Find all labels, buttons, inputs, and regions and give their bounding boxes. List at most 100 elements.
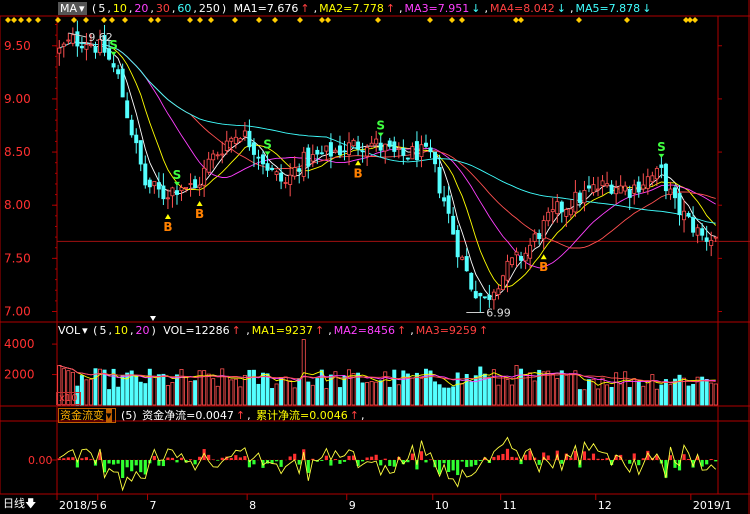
ma-value-3: , MA3=7.951 ↓ bbox=[399, 2, 481, 15]
flow-bar bbox=[388, 460, 392, 466]
candle-body bbox=[328, 142, 333, 157]
indicator-selector[interactable]: MA ▾ bbox=[58, 2, 87, 15]
volume-bar bbox=[442, 387, 447, 406]
volume-bar bbox=[270, 388, 275, 406]
flow-bar bbox=[243, 456, 247, 460]
volume-bar bbox=[283, 376, 288, 406]
candle-body bbox=[111, 63, 116, 68]
vol-indicator-selector[interactable]: VOL ▾ bbox=[58, 324, 88, 337]
volume-bar bbox=[88, 379, 93, 406]
volume-legend: VOL ▾ (5, 10, 20) VOL=12286 ↑ , MA1=9237 ↑, MA2… bbox=[58, 324, 494, 338]
volume-bar bbox=[541, 371, 546, 406]
candle-body bbox=[202, 167, 207, 186]
flow-bar bbox=[112, 460, 116, 465]
volume-bar bbox=[410, 377, 415, 406]
candle-body bbox=[487, 294, 492, 300]
flow-bar bbox=[71, 457, 75, 460]
flow-bar bbox=[709, 459, 713, 460]
candle-body bbox=[120, 68, 125, 98]
volume-bar bbox=[392, 369, 397, 406]
volume-bar bbox=[265, 373, 270, 406]
flow-bar bbox=[365, 457, 369, 460]
volume-bar bbox=[206, 373, 211, 406]
candle-body bbox=[279, 172, 284, 182]
candle-body bbox=[88, 44, 93, 47]
candle-body bbox=[206, 158, 211, 173]
volume-bar bbox=[365, 382, 370, 406]
volume-bar bbox=[374, 381, 379, 406]
period-selector[interactable]: 日线🡇 bbox=[3, 498, 36, 510]
flow-bar bbox=[637, 460, 641, 466]
candle-body bbox=[347, 142, 352, 156]
candle-body bbox=[238, 138, 243, 142]
candle-body bbox=[401, 147, 406, 156]
volume-bar bbox=[478, 366, 483, 406]
flow-bar bbox=[370, 456, 374, 460]
flow-bar bbox=[560, 460, 564, 464]
candle-body bbox=[143, 163, 148, 186]
volume-bar bbox=[360, 382, 365, 406]
volume-bar bbox=[555, 378, 560, 406]
volume-bar bbox=[337, 387, 342, 406]
volume-bar bbox=[586, 379, 591, 406]
volume-bar bbox=[437, 384, 442, 406]
flow-bar bbox=[216, 460, 220, 461]
volume-bar bbox=[596, 388, 601, 406]
candle-body bbox=[596, 188, 601, 191]
volume-bar bbox=[188, 380, 193, 406]
volume-bar bbox=[297, 378, 302, 406]
candle-body bbox=[663, 163, 668, 192]
flow-bar bbox=[193, 460, 197, 465]
flow-bar bbox=[211, 459, 215, 460]
price-tick-label: 8.50 bbox=[4, 145, 31, 159]
volume-bar bbox=[184, 376, 189, 406]
candle-body bbox=[392, 141, 397, 152]
candle-body bbox=[704, 237, 709, 242]
candle-body bbox=[197, 184, 202, 188]
candle-body bbox=[66, 39, 71, 42]
volume-bar bbox=[170, 382, 175, 406]
candle-body bbox=[365, 147, 370, 157]
flow-bar bbox=[279, 460, 283, 467]
volume-bar bbox=[347, 369, 352, 406]
volume-bar bbox=[623, 371, 628, 406]
flow-indicator-selector[interactable]: 资金流变 ▾ bbox=[58, 408, 116, 423]
candle-body bbox=[251, 142, 256, 155]
volume-bar bbox=[605, 384, 610, 406]
volume-bar bbox=[419, 377, 424, 406]
volume-bar bbox=[677, 374, 682, 406]
volume-bar bbox=[600, 377, 605, 406]
volume-bar bbox=[396, 384, 401, 406]
flow-bar bbox=[419, 451, 424, 460]
candle-body bbox=[179, 187, 184, 192]
vol-ma-value-1: , MA1=9237 ↑ bbox=[246, 324, 325, 337]
volume-bar bbox=[174, 374, 179, 406]
flow-bar bbox=[546, 455, 550, 460]
volume-bar bbox=[627, 387, 632, 406]
vol-params: (5, 10, 20) bbox=[93, 324, 156, 337]
candle-body bbox=[369, 142, 374, 147]
candle-body bbox=[215, 154, 220, 157]
x-tick-label: 7 bbox=[150, 499, 157, 512]
flow-bar bbox=[139, 460, 143, 473]
ma-value-2: , MA2=7.778 ↑ bbox=[313, 2, 396, 15]
flow-bar bbox=[714, 460, 718, 462]
flow-bar bbox=[320, 460, 324, 461]
flow-bar bbox=[600, 458, 605, 460]
sell-signal: S bbox=[376, 119, 385, 133]
volume-bar bbox=[324, 388, 329, 406]
flow-legend: 资金流变 ▾ (5) 资金净流=0.0047 ↑, 累计净流=0.0046 ↑, bbox=[58, 408, 365, 423]
candle-body bbox=[360, 150, 365, 153]
flow-bar bbox=[496, 455, 501, 460]
flow-bar bbox=[252, 460, 256, 465]
candle-body bbox=[568, 208, 573, 216]
volume-bar bbox=[546, 370, 551, 406]
flow-bar bbox=[143, 460, 147, 475]
volume-bar bbox=[120, 375, 125, 406]
volume-bar bbox=[238, 386, 243, 406]
candle-body bbox=[170, 187, 175, 197]
flow-bar bbox=[447, 460, 451, 473]
candle-body bbox=[261, 154, 265, 165]
candle-body bbox=[292, 167, 297, 177]
flow-bar bbox=[392, 460, 396, 467]
